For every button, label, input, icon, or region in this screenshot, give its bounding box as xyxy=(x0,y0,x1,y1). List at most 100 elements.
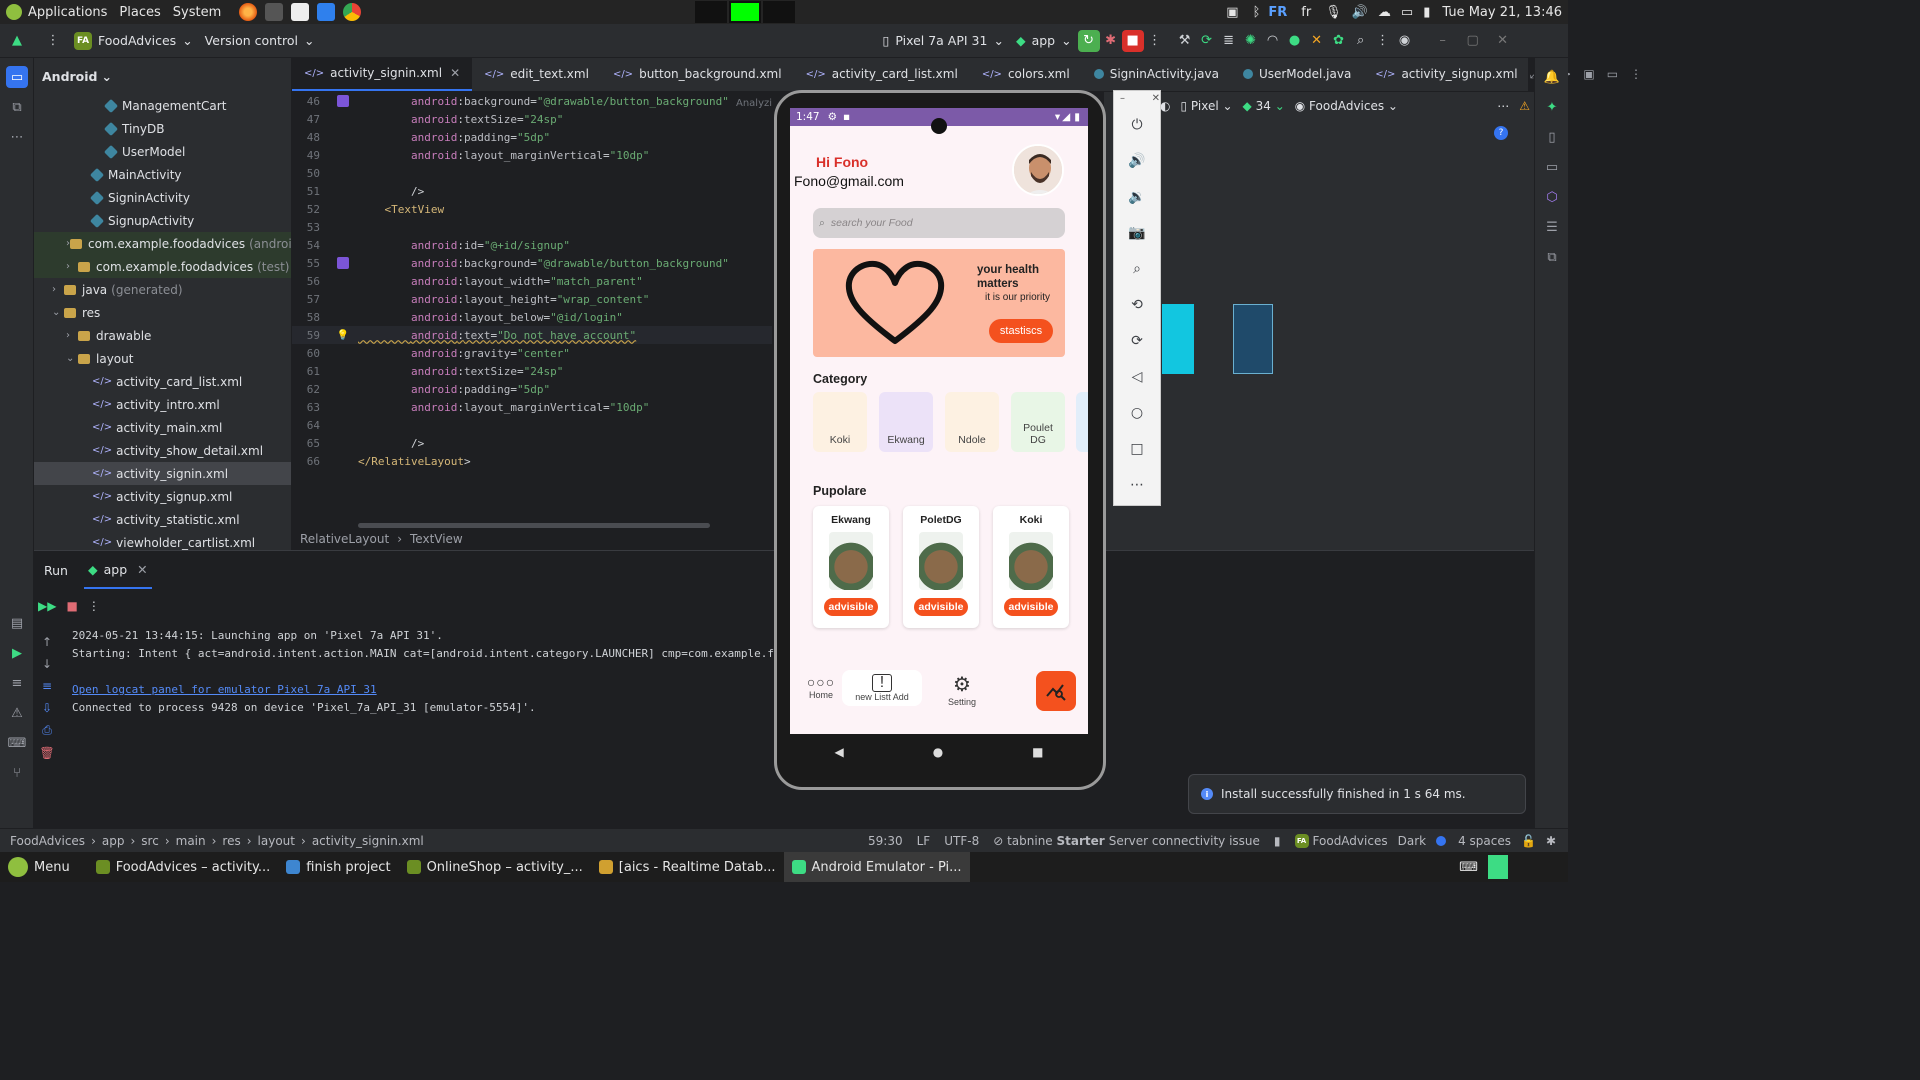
path-segment[interactable]: FoodAdvices xyxy=(10,834,85,848)
overview-icon[interactable]: □ xyxy=(1114,431,1160,467)
network-icon[interactable]: ☁ xyxy=(1378,5,1391,20)
camera-icon[interactable]: 📷 xyxy=(1114,215,1160,251)
close-icon[interactable]: ✕ xyxy=(137,562,147,577)
project-tree-item[interactable]: SigninActivity xyxy=(34,186,291,209)
running-devices-icon[interactable]: ▯ xyxy=(1541,126,1563,148)
code-editor[interactable]: 46 android:background="@drawable/button_… xyxy=(292,92,772,528)
project-tree-item[interactable]: ⌄ layout xyxy=(34,347,291,370)
popular-food-card[interactable]: Ekwang advisible xyxy=(813,506,889,628)
avatar[interactable] xyxy=(1012,144,1064,196)
device-selector[interactable]: ▯ Pixel 7a API 31 ⌄ xyxy=(876,30,1010,51)
main-menu-icon[interactable]: ⋮ xyxy=(42,30,64,52)
help-icon[interactable]: ? xyxy=(1494,126,1508,140)
nav-setting[interactable]: ⚙ Setting xyxy=(940,672,984,707)
path-segment[interactable]: src xyxy=(141,834,159,848)
project-tree-item[interactable]: › java (generated) xyxy=(34,278,291,301)
path-segment[interactable]: res xyxy=(222,834,240,848)
project-tree-item[interactable]: </> activity_card_list.xml xyxy=(34,370,291,393)
color-preview-icon[interactable] xyxy=(337,257,349,269)
project-tree-item[interactable]: MainActivity xyxy=(34,163,291,186)
rotate-right-icon[interactable]: ⟳ xyxy=(1114,323,1160,359)
run-panel-title[interactable]: Run xyxy=(44,563,68,578)
emulator-icon[interactable]: ⧉ xyxy=(1541,246,1563,268)
sync-icon[interactable]: ⟳ xyxy=(1196,30,1218,52)
problems-icon[interactable]: ⚠ xyxy=(6,702,28,724)
project-tree-item[interactable]: </> activity_intro.xml xyxy=(34,393,291,416)
terminal-launcher-icon[interactable] xyxy=(265,3,284,21)
rerun-icon[interactable]: ▶▶ xyxy=(38,599,56,613)
breadcrumb-item[interactable]: TextView xyxy=(410,532,463,546)
plugins-icon[interactable]: ⋮ xyxy=(1372,30,1394,52)
scroll-up-icon[interactable]: ↑ xyxy=(42,635,52,649)
project-tree-item[interactable]: › com.example.foodadvices (test) xyxy=(34,255,291,278)
maximize-icon[interactable]: ▢ xyxy=(1462,30,1484,52)
stop-run-icon[interactable]: ■ xyxy=(66,599,77,613)
clear-icon[interactable]: 🗑 xyxy=(39,746,54,760)
phone-screen[interactable]: 1:47 ⚙ ▪ ▾ ◢ ▮ Hi Fono Fono@gmail.com ⌕ … xyxy=(790,108,1088,734)
code-line[interactable]: 64 xyxy=(292,416,772,434)
split-view-icon[interactable]: ▣ xyxy=(1583,67,1594,81)
path-segment[interactable]: app xyxy=(102,834,125,848)
project-tree-item[interactable]: ManagementCart xyxy=(34,94,291,117)
taskbar-window-button[interactable]: Android Emulator - Pi... xyxy=(783,852,970,882)
tray-app-icon[interactable] xyxy=(1488,855,1508,879)
code-line[interactable]: 51 /> xyxy=(292,182,772,200)
project-selector[interactable]: FA FoodAdvices ⌄ xyxy=(68,29,199,53)
start-menu[interactable]: Menu xyxy=(0,852,78,882)
home-icon[interactable]: ○ xyxy=(1114,395,1160,431)
code-line[interactable]: 48 android:padding="5dp" xyxy=(292,128,772,146)
git-icon[interactable]: ⑂ xyxy=(6,762,28,784)
soft-wrap-icon[interactable]: ≡ xyxy=(42,679,52,693)
project-tree-item[interactable]: ›com.example.foodadvices(androidTe xyxy=(34,232,291,255)
tray-icon[interactable]: ⌨ xyxy=(1459,860,1478,875)
advisible-button[interactable]: advisible xyxy=(824,598,878,616)
bluetooth-icon[interactable]: ᛒ xyxy=(1253,5,1261,20)
more-icon[interactable]: ⋯ xyxy=(1497,99,1509,113)
code-line[interactable]: 55 android:background="@drawable/button_… xyxy=(292,254,772,272)
device-selector-small[interactable]: ▯ Pixel ⌄ xyxy=(1180,99,1232,113)
analytics-fab[interactable] xyxy=(1036,671,1076,711)
lock-icon[interactable]: 🔓 xyxy=(1521,834,1536,848)
more-icon[interactable]: ⋮ xyxy=(1630,67,1642,81)
app-quality-icon[interactable]: ⬡ xyxy=(1541,186,1563,208)
project-tree-item[interactable]: </> activity_statistic.xml xyxy=(34,508,291,531)
recents-icon[interactable]: ■ xyxy=(1032,745,1043,759)
project-status[interactable]: FA FoodAdvices xyxy=(1294,833,1388,848)
display-icon[interactable]: ▭ xyxy=(1401,5,1413,20)
line-separator[interactable]: LF xyxy=(917,834,931,848)
screenshot-icon[interactable]: ▣ xyxy=(1226,5,1238,20)
code-line[interactable]: 46 android:background="@drawable/button_… xyxy=(292,92,772,110)
clock[interactable]: Tue May 21, 13:46 xyxy=(1442,5,1562,20)
settings-tools-icon[interactable]: ✕ xyxy=(1306,30,1328,52)
advisible-button[interactable]: advisible xyxy=(914,598,968,616)
code-line[interactable]: 52 <TextView xyxy=(292,200,772,218)
memory-icon[interactable]: ✱ xyxy=(1546,834,1556,848)
project-tree-item[interactable]: TinyDB xyxy=(34,117,291,140)
taskbar-window-button[interactable]: FoodAdvices – activity... xyxy=(88,852,279,882)
book-icon[interactable]: ▮ xyxy=(1274,834,1281,848)
statistics-button[interactable]: stastiscs xyxy=(989,319,1053,343)
layout-inspector-icon[interactable]: ☰ xyxy=(1541,216,1563,238)
volume-up-icon[interactable]: 🔊 xyxy=(1114,143,1160,179)
code-line[interactable]: 62 android:padding="5dp" xyxy=(292,380,772,398)
code-line[interactable]: 65 /> xyxy=(292,434,772,452)
tabnine-status[interactable]: ⊘ tabnine Starter xyxy=(993,834,1105,848)
code-line[interactable]: 53 xyxy=(292,218,772,236)
device-explorer-icon[interactable]: ▤ xyxy=(6,612,28,634)
more-tools-icon[interactable]: ⋯ xyxy=(6,126,28,148)
code-line[interactable]: 59 💡 android:text="Do not have account" xyxy=(292,326,772,344)
file-encoding[interactable]: UTF-8 xyxy=(944,834,979,848)
warning-icon[interactable]: ⚠ xyxy=(1519,99,1530,113)
server-issue[interactable]: Server connectivity issue xyxy=(1109,834,1260,848)
battery-icon[interactable]: ▮ xyxy=(1423,5,1430,20)
nav-new-list[interactable]: ! new Listt Add xyxy=(842,670,922,706)
project-selector-small[interactable]: ◉ FoodAdvices ⌄ xyxy=(1295,99,1398,113)
project-tree-item[interactable]: › drawable xyxy=(34,324,291,347)
taskbar-window-button[interactable]: finish project xyxy=(278,852,398,882)
more-icon[interactable]: ⋯ xyxy=(1114,467,1160,503)
code-line[interactable]: 66 </RelativeLayout> xyxy=(292,452,772,470)
code-line[interactable]: 61 android:textSize="24sp" xyxy=(292,362,772,380)
code-line[interactable]: 56 android:layout_width="match_parent" xyxy=(292,272,772,290)
project-tree-item[interactable]: SignupActivity xyxy=(34,209,291,232)
files-launcher-icon[interactable] xyxy=(291,3,310,21)
